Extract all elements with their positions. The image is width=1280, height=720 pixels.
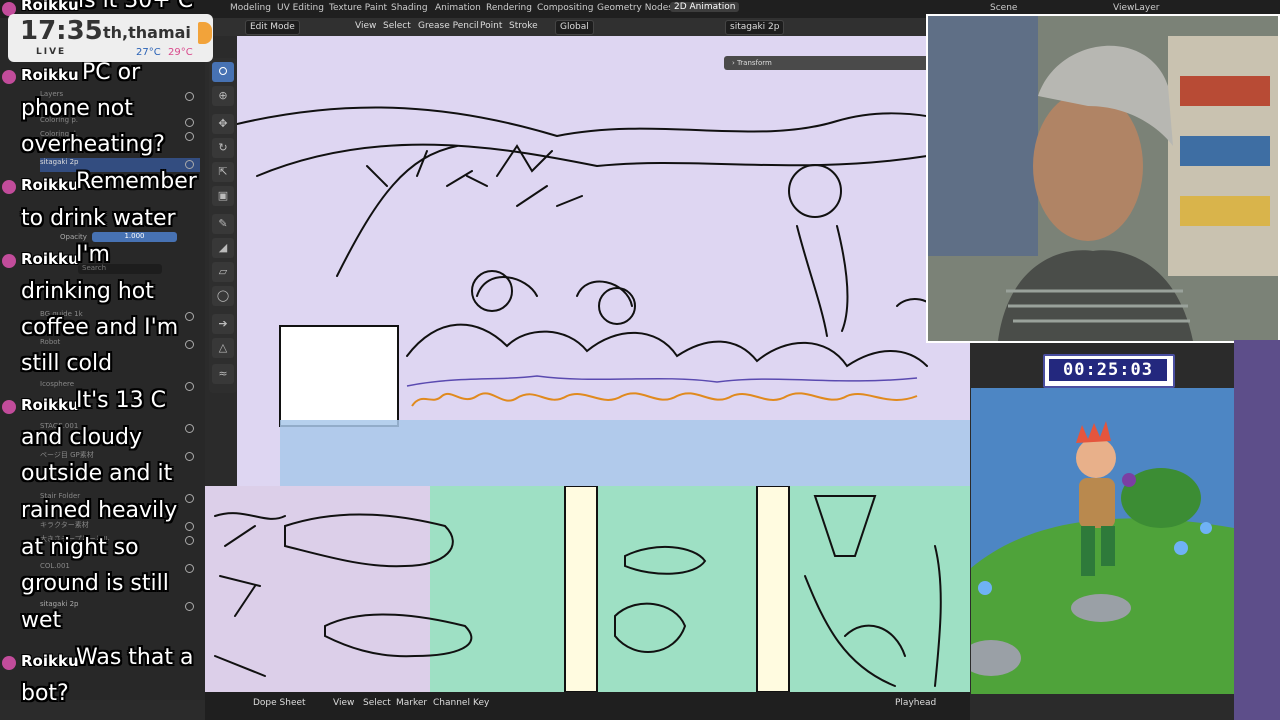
interpolate-tool-icon[interactable]: ≈ (212, 364, 234, 384)
tab-modeling[interactable]: Modeling (230, 3, 271, 13)
chat-username: Roikku (21, 0, 79, 14)
chat-message-line: outside and it (21, 461, 173, 486)
chat-avatar-icon (2, 180, 16, 194)
menu-channel[interactable]: Channel (433, 698, 470, 708)
menu-grease-pencil[interactable]: Grease Pencil (418, 21, 479, 31)
3d-character-preview (971, 388, 1234, 694)
rotate-tool-icon[interactable]: ↻ (212, 138, 234, 158)
clock-time: 17:35 (20, 16, 103, 46)
menu-select[interactable]: Select (383, 21, 411, 31)
pomodoro-timer: 00:25:03 (1043, 354, 1175, 388)
stream-background-decoration (1234, 340, 1280, 720)
chat-username: Roikku (21, 396, 79, 414)
chat-overlay: Roikku is it 30+ C Roikku PC or phone no… (0, 0, 215, 720)
chat-message-line: to drink water (21, 206, 176, 231)
menu-view[interactable]: View (355, 21, 376, 31)
chat-message-line: ground is still (21, 571, 169, 596)
playhead-menu[interactable]: Playhead (895, 698, 936, 708)
webcam-image (928, 16, 1278, 341)
location-label: th,thamai (103, 23, 191, 42)
chat-message-line: drinking hot (21, 279, 154, 304)
scene-selector[interactable]: Scene (990, 3, 1017, 13)
chat-message-line: and cloudy (21, 425, 142, 450)
radius-tool-icon[interactable]: ➔ (212, 314, 234, 334)
cursor-tool-icon[interactable]: ⊕ (212, 86, 234, 106)
object-selector[interactable]: sitagaki 2p (725, 20, 785, 35)
mode-selector[interactable]: Edit Mode (245, 20, 300, 35)
grease-pencil-drawing (237, 106, 970, 486)
temp-low: 29°C (168, 47, 193, 58)
chat-username: Roikku (21, 652, 79, 670)
tab-shading[interactable]: Shading (391, 3, 428, 13)
chat-message-line: I'm (76, 242, 110, 267)
chat-message-line: bot? (21, 681, 69, 706)
menu-stroke[interactable]: Stroke (509, 21, 538, 31)
viewport-canvas[interactable]: › Transform (237, 36, 970, 486)
tab-geometry-nodes[interactable]: Geometry Nodes (597, 3, 673, 13)
chat-avatar-icon (2, 400, 16, 414)
chat-username: Roikku (21, 66, 79, 84)
chat-message-line: still cold (21, 351, 113, 376)
chat-username: Roikku (21, 176, 79, 194)
viewport-header: Edit Mode View Select Grease Pencil Poin… (205, 18, 925, 36)
chat-message-line: is it 30+ C (78, 0, 194, 13)
shear-tool-icon[interactable]: ▱ (212, 262, 234, 282)
select-box-tool-icon[interactable]: ⭘ (212, 62, 234, 82)
tab-uv-editing[interactable]: UV Editing (277, 3, 324, 13)
transform-tool-icon[interactable]: ▣ (212, 186, 234, 206)
preview-render (971, 388, 1234, 694)
annotate-tool-icon[interactable]: ✎ (212, 214, 234, 234)
editor-type-selector[interactable]: Dope Sheet (253, 698, 306, 708)
move-tool-icon[interactable]: ✥ (212, 114, 234, 134)
chat-message-line: phone not (21, 96, 133, 121)
chat-message-line: overheating? (21, 132, 165, 157)
clock-widget: 17:35 LIVE th,thamai 27°C 29°C (8, 14, 213, 62)
webcam-feed (926, 14, 1280, 343)
menu-view[interactable]: View (333, 698, 354, 708)
live-badge: LIVE (36, 47, 67, 57)
orientation-selector[interactable]: Global (555, 20, 594, 35)
chat-avatar-icon (2, 70, 16, 84)
chat-message-line: Remember (76, 169, 197, 194)
weather-icon (198, 22, 212, 44)
lower-viewport[interactable] (205, 486, 970, 692)
menu-key[interactable]: Key (473, 698, 489, 708)
tab-2d-animation[interactable]: 2D Animation (670, 2, 740, 12)
chat-avatar-icon (2, 656, 16, 670)
chat-message-line: wet (21, 608, 62, 633)
viewlayer-selector[interactable]: ViewLayer (1113, 3, 1159, 13)
extrude-tool-icon[interactable]: △ (212, 338, 234, 358)
temp-high: 27°C (136, 47, 161, 58)
storyboard-drawing (214, 486, 970, 692)
dope-sheet-header: Dope Sheet View Select Marker Channel Ke… (205, 692, 970, 720)
chat-avatar-icon (2, 254, 16, 268)
tab-texture-paint[interactable]: Texture Paint (329, 3, 387, 13)
timer-display: 00:25:03 (1049, 359, 1167, 381)
chat-username: Roikku (21, 250, 79, 268)
chat-message-line: at night so (21, 535, 139, 560)
bend-tool-icon[interactable]: ◢ (212, 238, 234, 258)
chat-message-line: rained heavily (21, 498, 178, 523)
chat-message-line: coffee and I'm (21, 315, 179, 340)
chat-message-line: It's 13 C (76, 388, 166, 413)
chat-message-line: Was that a (76, 645, 194, 670)
chat-message-line: PC or (82, 60, 141, 85)
to-sphere-tool-icon[interactable]: ◯ (212, 286, 234, 306)
menu-select[interactable]: Select (363, 698, 391, 708)
tab-animation[interactable]: Animation (435, 3, 481, 13)
scale-tool-icon[interactable]: ⇱ (212, 162, 234, 182)
menu-marker[interactable]: Marker (396, 698, 427, 708)
tab-rendering[interactable]: Rendering (486, 3, 532, 13)
menu-point[interactable]: Point (480, 21, 502, 31)
tab-compositing[interactable]: Compositing (537, 3, 593, 13)
